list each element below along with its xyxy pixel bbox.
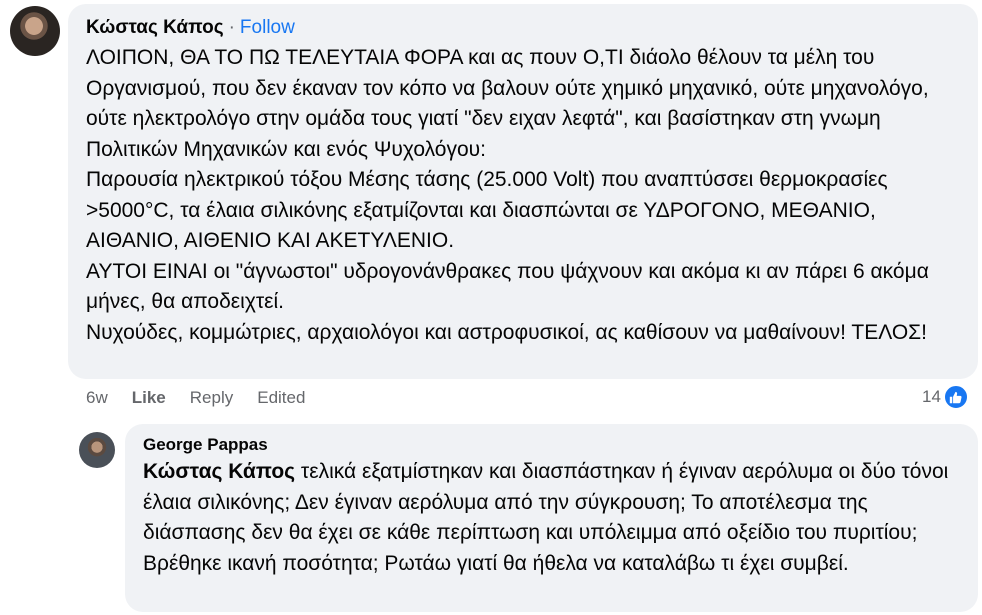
reply-avatar[interactable] [79,432,115,468]
reaction-count: 14 [922,387,941,406]
reply-body: Κώστας Κάπος τελικά εξατμίστηκαν και δια… [143,457,962,579]
reply-button[interactable]: Reply [190,386,233,410]
like-reaction-icon [942,384,969,410]
comment-paragraph: Παρουσία ηλεκτρικού τόξου Μέσης τάσης (2… [86,168,888,252]
mention-link[interactable]: Κώστας Κάπος [143,460,295,483]
comment-actions: 6w Like Reply Edited [86,386,305,410]
comment-body: ΛΟΙΠΟΝ, ΘΑ ΤΟ ΠΩ ΤΕΛΕΥΤΑΙΑ ΦΟΡΑ και ας π… [86,43,962,348]
avatar[interactable] [10,6,60,56]
comment-paragraph: ΛΟΙΠΟΝ, ΘΑ ΤΟ ΠΩ ΤΕΛΕΥΤΑΙΑ ΦΟΡΑ και ας π… [86,46,929,161]
thumbs-up-icon [950,391,962,403]
reply-bubble: George Pappas Κώστας Κάπος τελικά εξατμί… [125,424,978,612]
comment-header: Κώστας Κάπος · Follow [86,16,962,40]
follow-button[interactable]: Follow [240,16,295,40]
like-button[interactable]: Like [132,386,166,410]
comment-bubble: Κώστας Κάπος · Follow ΛΟΙΠΟΝ, ΘΑ ΤΟ ΠΩ Τ… [68,4,978,379]
comment-paragraph: ΑΥΤΟΙ ΕΙΝΑΙ οι "άγνωστοι" υδρογονάνθρακε… [86,259,929,314]
comment-timestamp[interactable]: 6w [86,386,108,410]
reply-author[interactable]: George Pappas [143,434,962,456]
comment-thread: Κώστας Κάπος · Follow ΛΟΙΠΟΝ, ΘΑ ΤΟ ΠΩ Τ… [0,0,982,615]
edited-label[interactable]: Edited [257,386,305,410]
reaction-summary[interactable]: 14 [922,384,969,410]
comment-author[interactable]: Κώστας Κάπος [86,16,224,40]
separator-dot: · [228,17,235,38]
comment-paragraph: Νυχούδες, κομμώτριες, αρχαιολόγοι και ασ… [86,320,927,344]
